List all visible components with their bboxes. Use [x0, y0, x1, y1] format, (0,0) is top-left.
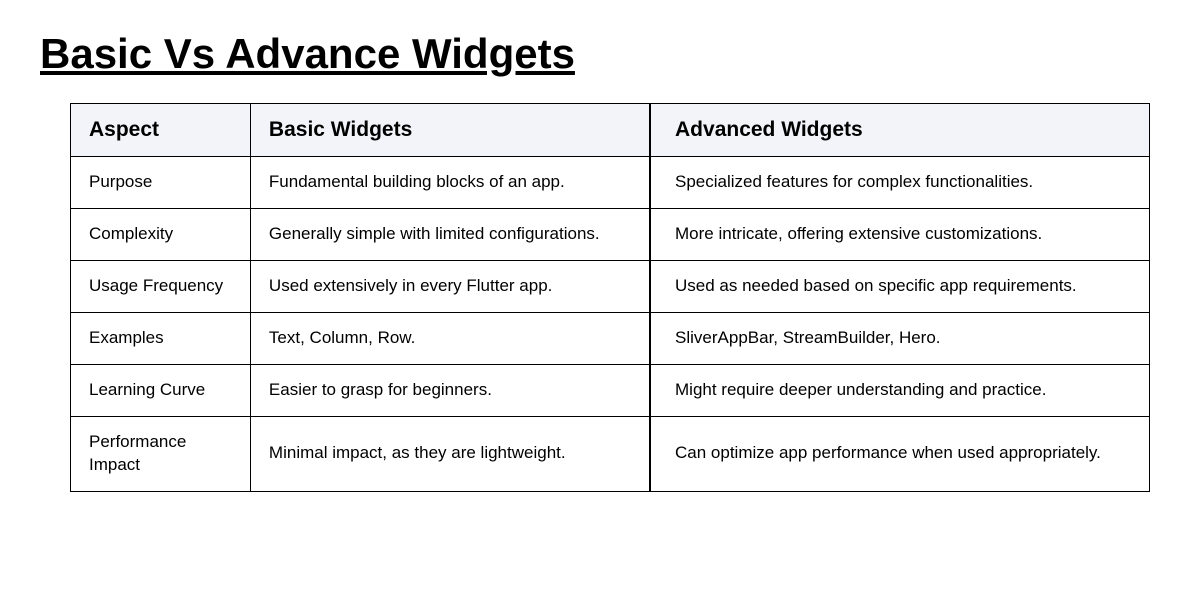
cell-advanced: Specialized features for complex functio…: [650, 157, 1149, 209]
cell-advanced: Might require deeper understanding and p…: [650, 364, 1149, 416]
cell-aspect: Performance Impact: [71, 416, 251, 491]
cell-aspect: Usage Frequency: [71, 260, 251, 312]
header-advanced: Advanced Widgets: [650, 104, 1149, 157]
cell-aspect: Learning Curve: [71, 364, 251, 416]
table-row: Examples Text, Column, Row. SliverAppBar…: [71, 312, 1150, 364]
table-row: Usage Frequency Used extensively in ever…: [71, 260, 1150, 312]
cell-advanced: More intricate, offering extensive custo…: [650, 208, 1149, 260]
table-header-row: Aspect Basic Widgets Advanced Widgets: [71, 104, 1150, 157]
table-row: Performance Impact Minimal impact, as th…: [71, 416, 1150, 491]
cell-basic: Generally simple with limited configurat…: [250, 208, 650, 260]
cell-advanced: SliverAppBar, StreamBuilder, Hero.: [650, 312, 1149, 364]
cell-basic: Text, Column, Row.: [250, 312, 650, 364]
comparison-table: Aspect Basic Widgets Advanced Widgets Pu…: [70, 103, 1150, 492]
table-row: Learning Curve Easier to grasp for begin…: [71, 364, 1150, 416]
cell-aspect: Examples: [71, 312, 251, 364]
cell-basic: Minimal impact, as they are lightweight.: [250, 416, 650, 491]
table-row: Purpose Fundamental building blocks of a…: [71, 157, 1150, 209]
page-title: Basic Vs Advance Widgets: [40, 30, 1160, 78]
cell-aspect: Complexity: [71, 208, 251, 260]
table-row: Complexity Generally simple with limited…: [71, 208, 1150, 260]
header-aspect: Aspect: [71, 104, 251, 157]
cell-basic: Fundamental building blocks of an app.: [250, 157, 650, 209]
cell-basic: Used extensively in every Flutter app.: [250, 260, 650, 312]
cell-advanced: Can optimize app performance when used a…: [650, 416, 1149, 491]
cell-advanced: Used as needed based on specific app req…: [650, 260, 1149, 312]
header-basic: Basic Widgets: [250, 104, 650, 157]
cell-aspect: Purpose: [71, 157, 251, 209]
cell-basic: Easier to grasp for beginners.: [250, 364, 650, 416]
